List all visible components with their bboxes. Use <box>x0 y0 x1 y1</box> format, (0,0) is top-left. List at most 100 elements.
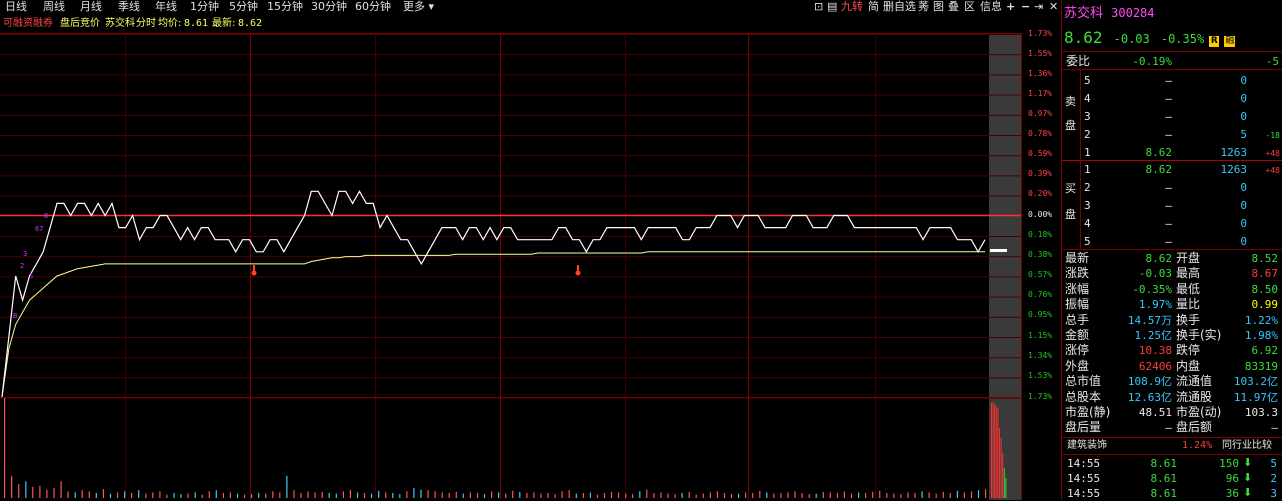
volume-bar <box>152 492 154 498</box>
intraday-chart[interactable]: B S 3 2 67 8 <box>0 0 1060 500</box>
sell-price: 8.62 <box>1145 146 1173 159</box>
volume-bar <box>512 490 514 498</box>
volume-bar <box>385 492 387 498</box>
axis-label-up: 1.55% <box>1028 49 1053 58</box>
volume-bar <box>131 493 133 498</box>
buy-volume: 1263 <box>1220 163 1248 176</box>
sell-row[interactable]: 4 — 0 <box>1062 90 1282 108</box>
stat-value: 1.98% <box>1244 329 1278 342</box>
volume-bar <box>321 491 323 498</box>
buy-row[interactable]: 1 8.62 1263 +48 <box>1062 161 1282 179</box>
stock-price-line: 8.62 -0.03 -0.35% R 融 <box>1064 28 1236 47</box>
stat-value: 8.50 <box>1251 282 1279 296</box>
sell-level: 5 <box>1084 74 1091 87</box>
tick-count: 5 <box>1270 457 1277 470</box>
volume-bar <box>187 493 189 498</box>
stat-label: 金额 <box>1065 328 1090 342</box>
volume-bar <box>794 491 796 498</box>
sell-level: 3 <box>1084 110 1091 123</box>
stat-value: 1.25亿 <box>1134 329 1173 342</box>
volume-bar <box>533 492 535 498</box>
after-hours-volume-bar <box>997 408 999 498</box>
stat-value: -0.03 <box>1138 267 1172 281</box>
buy-price: 8.62 <box>1145 163 1173 176</box>
after-hours-zone <box>989 34 1021 500</box>
volume-bar <box>145 493 147 498</box>
volume-bar <box>166 494 168 498</box>
stats-row: 涨幅 -0.35% 最低 8.50 <box>1062 282 1282 297</box>
buy-volume: 0 <box>1240 235 1247 248</box>
industry-pct: 1.24% <box>1182 440 1213 451</box>
volume-bar <box>702 493 704 498</box>
after-hours-volume-bar <box>1000 438 1002 498</box>
industry-compare-link[interactable]: 同行业比较 <box>1222 440 1272 452</box>
volume-bar <box>138 490 140 498</box>
signal-8: 8 <box>44 212 48 220</box>
buy-volume: 0 <box>1240 199 1247 212</box>
stock-change-pct: -0.35% <box>1160 32 1205 46</box>
after-hours-volume-bar <box>992 402 994 498</box>
volume-bar <box>547 493 549 498</box>
buy-row[interactable]: 2 — 0 <box>1062 179 1282 197</box>
volume-bar <box>251 494 253 498</box>
sell-row[interactable]: 2 — 5 -18 <box>1062 126 1282 144</box>
volume-bar <box>907 492 909 498</box>
chart-grid <box>0 34 1021 500</box>
axis-label-down: 0.76% <box>1028 290 1053 299</box>
axis-label-down: 0.18% <box>1028 230 1053 239</box>
buy-level: 4 <box>1084 217 1091 230</box>
sell-volume: 1263 <box>1220 146 1248 159</box>
volume-bar <box>159 491 161 498</box>
stat-value: 11.97亿 <box>1233 390 1278 404</box>
stat-label: 外盘 <box>1065 358 1090 373</box>
volume-bar <box>858 492 860 498</box>
volume-bar <box>491 491 493 498</box>
signal-s: S <box>29 272 33 280</box>
after-hours-price-mark <box>990 249 1007 252</box>
volume-bar <box>801 493 803 498</box>
buy-volume: 0 <box>1240 217 1247 230</box>
stat-value: -0.35% <box>1132 282 1172 296</box>
stat-value: 83319 <box>1244 359 1278 373</box>
signal-b: B <box>13 312 17 320</box>
after-hours-volume-bar <box>1002 453 1004 498</box>
sell-price: — <box>1165 92 1172 105</box>
volume-bar <box>540 493 542 498</box>
sell-row[interactable]: 5 — 0 <box>1062 72 1282 90</box>
stat-label: 总手 <box>1065 312 1090 327</box>
industry-name: 建筑装饰 <box>1067 440 1107 451</box>
buy-volume: 0 <box>1240 181 1247 194</box>
volume-bar <box>335 493 337 498</box>
volume-bar <box>674 494 676 498</box>
volume-bar <box>208 491 210 498</box>
volume-bars <box>4 398 987 498</box>
signal-2: 2 <box>20 262 24 270</box>
volume-bar <box>928 492 930 498</box>
volume-bar <box>483 494 486 498</box>
volume-bar <box>420 489 422 498</box>
volume-bar <box>977 490 980 498</box>
sell-delta: -18 <box>1265 131 1280 140</box>
volume-bar <box>448 493 450 498</box>
volume-bar <box>695 494 697 498</box>
stat-label: 市盈(动) <box>1176 405 1222 419</box>
volume-bar <box>829 492 831 498</box>
volume-bar <box>815 493 817 498</box>
after-hours-volume-bar <box>991 403 992 498</box>
volume-bar <box>596 494 598 498</box>
volume-bar <box>300 493 302 498</box>
volume-bar <box>124 491 126 498</box>
volume-bar <box>314 492 316 498</box>
industry-row[interactable]: 建筑装饰 1.24% 同行业比较 <box>1062 439 1282 453</box>
volume-bar <box>900 494 902 498</box>
volume-bar <box>738 493 740 498</box>
volume-bar <box>356 492 359 498</box>
sell-row[interactable]: 3 — 0 <box>1062 108 1282 126</box>
buy-row[interactable]: 3 — 0 <box>1062 197 1282 215</box>
volume-bar <box>646 489 648 498</box>
axis-label-up: 0.78% <box>1028 129 1053 138</box>
volume-bar <box>709 492 711 498</box>
buy-row[interactable]: 4 — 0 <box>1062 215 1282 233</box>
after-hours-volume-bar <box>999 428 1000 498</box>
stat-value: 1.97% <box>1138 298 1172 312</box>
